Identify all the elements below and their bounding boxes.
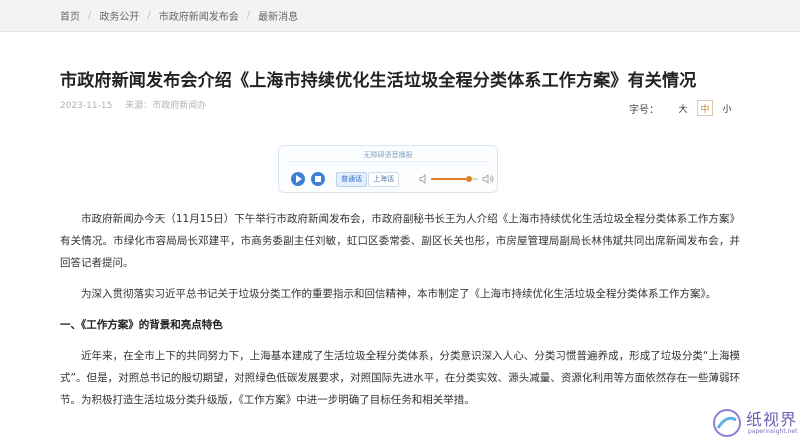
breadcrumb-press-conference[interactable]: 市政府新闻发布会 xyxy=(159,8,239,23)
stop-icon xyxy=(315,176,321,182)
font-size-small-button[interactable]: 小 xyxy=(719,100,735,116)
watermark-text: 纸视界 xyxy=(746,410,798,429)
breadcrumb-separator: / xyxy=(246,10,251,21)
play-icon xyxy=(296,175,302,183)
breadcrumb-home[interactable]: 首页 xyxy=(60,8,80,23)
player-divider xyxy=(287,161,489,162)
breadcrumb-gov-affairs[interactable]: 政务公开 xyxy=(99,8,139,23)
font-size-medium-button[interactable]: 中 xyxy=(697,100,713,116)
font-size-label: 字号： xyxy=(629,104,659,116)
section-heading: 一、《工作方案》的背景和亮点特色 xyxy=(60,319,223,331)
font-size-control: 字号： 大 中 小 xyxy=(629,100,735,116)
breadcrumb-separator: / xyxy=(147,10,151,21)
breadcrumb: 首页 / 政务公开 / 市政府新闻发布会 / 最新消息 xyxy=(0,0,800,32)
stop-button[interactable] xyxy=(311,172,325,186)
volume-high-icon[interactable] xyxy=(482,174,494,184)
paragraph: 为深入贯彻落实习近平总书记关于垃圾分类工作的重要指示和回信精神，本市制定了《上海… xyxy=(81,288,717,300)
article-source: 来源：市政府新闻办 xyxy=(125,101,207,111)
paragraph: 市政府新闻办今天（11月15日）下午举行市政府新闻发布会，市政府副秘书长王为人介… xyxy=(60,213,740,269)
volume-slider-fill xyxy=(431,178,469,180)
font-size-large-button[interactable]: 大 xyxy=(675,100,691,116)
watermark: 纸视界 paperinsight.net xyxy=(706,400,800,441)
volume-slider[interactable] xyxy=(431,176,478,182)
page-title: 市政府新闻发布会介绍《上海市持续优化生活垃圾全程分类体系工作方案》有关情况 xyxy=(60,71,697,91)
watermark-logo-icon xyxy=(713,409,741,437)
shanghainese-button[interactable]: 上海话 xyxy=(368,172,399,187)
breadcrumb-latest-news[interactable]: 最新消息 xyxy=(258,8,298,23)
audio-player: 无障碍语音播报 普通话 上海话 xyxy=(278,145,498,193)
publish-date: 2023-11-15 xyxy=(60,101,113,111)
watermark-url: paperinsight.net xyxy=(748,428,798,435)
mandarin-button[interactable]: 普通话 xyxy=(336,172,367,187)
breadcrumb-separator: / xyxy=(88,10,92,21)
audio-player-caption: 无障碍语音播报 xyxy=(363,151,413,159)
article-meta: 2023-11-15 来源：市政府新闻办 xyxy=(60,98,206,111)
volume-slider-handle[interactable] xyxy=(465,176,472,182)
article-container: 市政府新闻发布会介绍《上海市持续优化生活垃圾全程分类体系工作方案》有关情况 20… xyxy=(0,32,800,441)
play-button[interactable] xyxy=(291,172,305,186)
article-body: 市政府新闻办今天（11月15日）下午举行市政府新闻发布会，市政府副秘书长王为人介… xyxy=(60,208,740,411)
volume-low-icon[interactable] xyxy=(419,174,428,184)
paragraph: 近年来，在全市上下的共同努力下，上海基本建成了生活垃圾全程分类体系，分类意识深入… xyxy=(60,350,740,406)
